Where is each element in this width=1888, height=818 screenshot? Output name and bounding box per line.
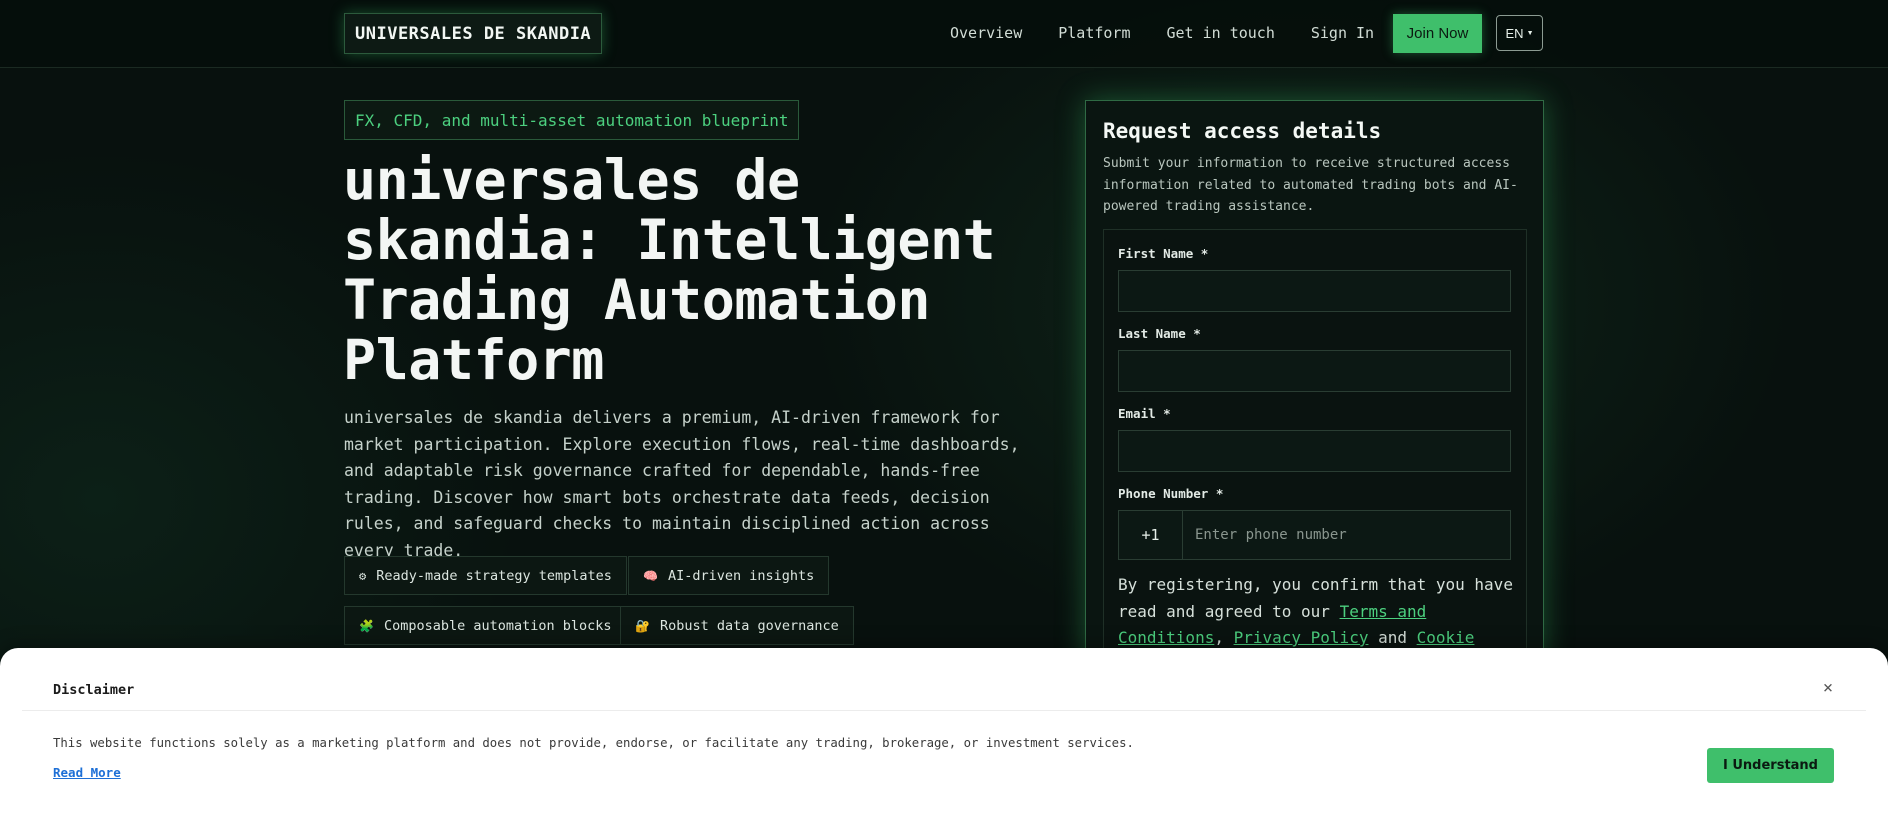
lock-icon: 🔐 xyxy=(635,618,650,633)
cookie-link[interactable]: Cookie xyxy=(1417,628,1475,647)
phone-label: Phone Number * xyxy=(1118,486,1224,501)
phone-field[interactable] xyxy=(1183,511,1510,559)
brain-icon: 🧠 xyxy=(643,568,658,583)
hero-title: universales de skandia: Intelligent Trad… xyxy=(343,148,996,392)
consent-separator: and xyxy=(1368,628,1417,647)
first-name-label: First Name * xyxy=(1118,246,1209,261)
main-nav: Overview Platform Get in touch Sign In xyxy=(950,14,1410,52)
email-field[interactable] xyxy=(1118,430,1511,472)
divider xyxy=(22,710,1866,711)
form-subtitle: Submit your information to receive struc… xyxy=(1103,156,1518,214)
nav-sign-in[interactable]: Sign In xyxy=(1311,24,1374,42)
form-title: Request access details xyxy=(1103,119,1382,143)
last-name-label: Last Name * xyxy=(1118,326,1201,341)
hero-tagline: FX, CFD, and multi-asset automation blue… xyxy=(344,100,800,140)
chevron-down-icon: ▼ xyxy=(1526,29,1534,37)
feature-label: Composable automation blocks xyxy=(383,617,612,634)
nav-overview[interactable]: Overview xyxy=(950,24,1022,42)
hero-description: universales de skandia delivers a premiu… xyxy=(344,408,1020,560)
site-logo[interactable]: UNIVERSALES DE SKANDIA xyxy=(344,13,603,54)
first-name-field[interactable] xyxy=(1118,270,1511,312)
disclaimer-text: This website functions solely as a marke… xyxy=(53,736,1134,750)
feature-chip: 🔐 Robust data governance xyxy=(620,606,854,645)
disclaimer-banner: Disclaimer × This website functions sole… xyxy=(0,648,1888,818)
close-icon[interactable]: × xyxy=(1818,678,1838,698)
site-header: UNIVERSALES DE SKANDIA Overview Platform… xyxy=(0,0,1888,68)
nav-platform[interactable]: Platform xyxy=(1058,24,1130,42)
privacy-policy-link[interactable]: Privacy Policy xyxy=(1234,628,1369,647)
language-label: EN xyxy=(1505,25,1524,41)
consent-separator: , xyxy=(1214,628,1234,647)
nav-get-in-touch[interactable]: Get in touch xyxy=(1167,24,1275,42)
disclaimer-title: Disclaimer xyxy=(53,682,135,698)
feature-label: Ready-made strategy templates xyxy=(376,567,612,584)
consent-text: By registering, you confirm that you hav… xyxy=(1118,572,1513,652)
gear-icon: ⚙ xyxy=(359,568,367,583)
email-label: Email * xyxy=(1118,406,1171,421)
phone-field-group: +1 xyxy=(1118,510,1511,560)
country-code-selector[interactable]: +1 xyxy=(1119,511,1183,559)
feature-label: Robust data governance xyxy=(659,617,839,634)
feature-chip: ⚙ Ready-made strategy templates xyxy=(344,556,627,595)
feature-label: AI-driven insights xyxy=(667,567,815,584)
feature-chip: 🧠 AI-driven insights xyxy=(628,556,830,595)
consent-prefix: By registering, you confirm that you hav… xyxy=(1118,575,1513,621)
last-name-field[interactable] xyxy=(1118,350,1511,392)
feature-chip: 🧩 Composable automation blocks xyxy=(344,606,627,645)
join-now-button[interactable]: Join Now xyxy=(1393,14,1482,53)
request-access-card: Request access details Submit your infor… xyxy=(1085,100,1544,709)
i-understand-button[interactable]: I Understand xyxy=(1707,748,1834,783)
registration-form: First Name * Last Name * Email * Phone N… xyxy=(1103,229,1527,709)
language-selector[interactable]: EN ▼ xyxy=(1496,15,1543,51)
puzzle-icon: 🧩 xyxy=(359,618,374,633)
read-more-link[interactable]: Read More xyxy=(53,765,121,780)
